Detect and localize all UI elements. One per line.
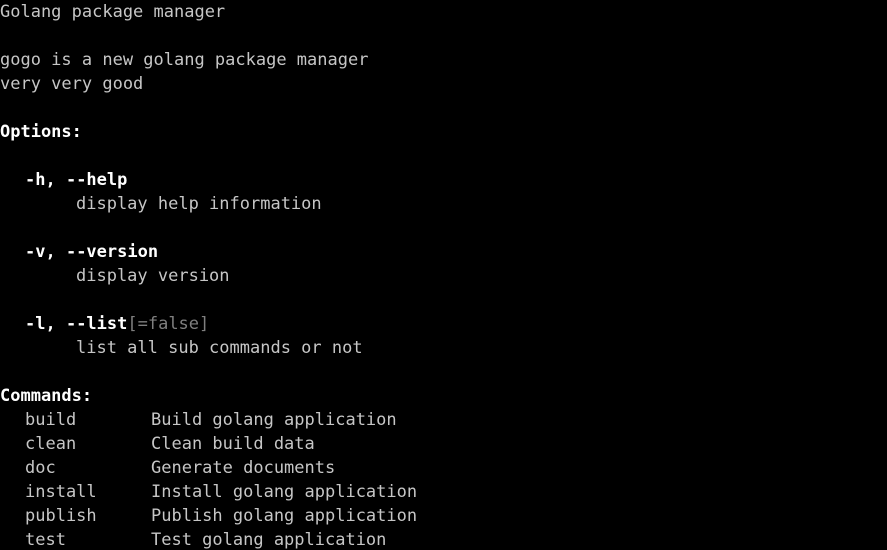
program-description-line-2: very very good — [0, 74, 144, 94]
option-list-description: list all sub commands or not — [76, 338, 363, 358]
command-name-doc: doc — [25, 458, 56, 478]
command-name-install: install — [25, 482, 97, 502]
commands-heading: Commands: — [0, 386, 93, 406]
command-description-doc: Generate documents — [151, 458, 336, 478]
option-version-long-flag: --version — [65, 242, 159, 262]
option-version-flags: -v, --version — [0, 240, 887, 264]
command-description-build: Build golang application — [151, 410, 397, 430]
option-list-flags: -l, --list[=false] — [0, 312, 887, 336]
command-row-publish: publish Publish golang application — [0, 504, 887, 528]
command-name-test: test — [25, 530, 66, 550]
command-description-clean: Clean build data — [151, 434, 315, 454]
command-name-clean: clean — [25, 434, 77, 454]
program-description-line-1: gogo is a new golang package manager — [0, 50, 369, 70]
command-row-install: install Install golang application — [0, 480, 887, 504]
command-name-build: build — [25, 410, 77, 430]
option-help-long-flag: --help — [65, 170, 128, 190]
option-version-description: display version — [76, 266, 230, 286]
terminal-output: Golang package manager gogo is a new gol… — [0, 0, 887, 550]
options-heading: Options: — [0, 122, 82, 142]
option-list-long-flag: --list — [65, 314, 128, 334]
option-version-short-flag: -v, — [25, 242, 66, 262]
option-help-flags: -h, --help — [0, 168, 887, 192]
command-row-doc: doc Generate documents — [0, 456, 887, 480]
command-row-clean: clean Clean build data — [0, 432, 887, 456]
option-help-short-flag: -h, — [25, 170, 66, 190]
command-description-install: Install golang application — [151, 482, 418, 502]
command-row-test: test Test golang application — [0, 528, 887, 550]
option-list-default-value: [=false] — [127, 314, 210, 334]
command-row-build: build Build golang application — [0, 408, 887, 432]
program-title: Golang package manager — [0, 2, 226, 22]
option-list-short-flag: -l, — [25, 314, 66, 334]
command-name-publish: publish — [25, 506, 97, 526]
command-description-test: Test golang application — [151, 530, 387, 550]
option-help-description: display help information — [76, 194, 322, 214]
command-description-publish: Publish golang application — [151, 506, 418, 526]
